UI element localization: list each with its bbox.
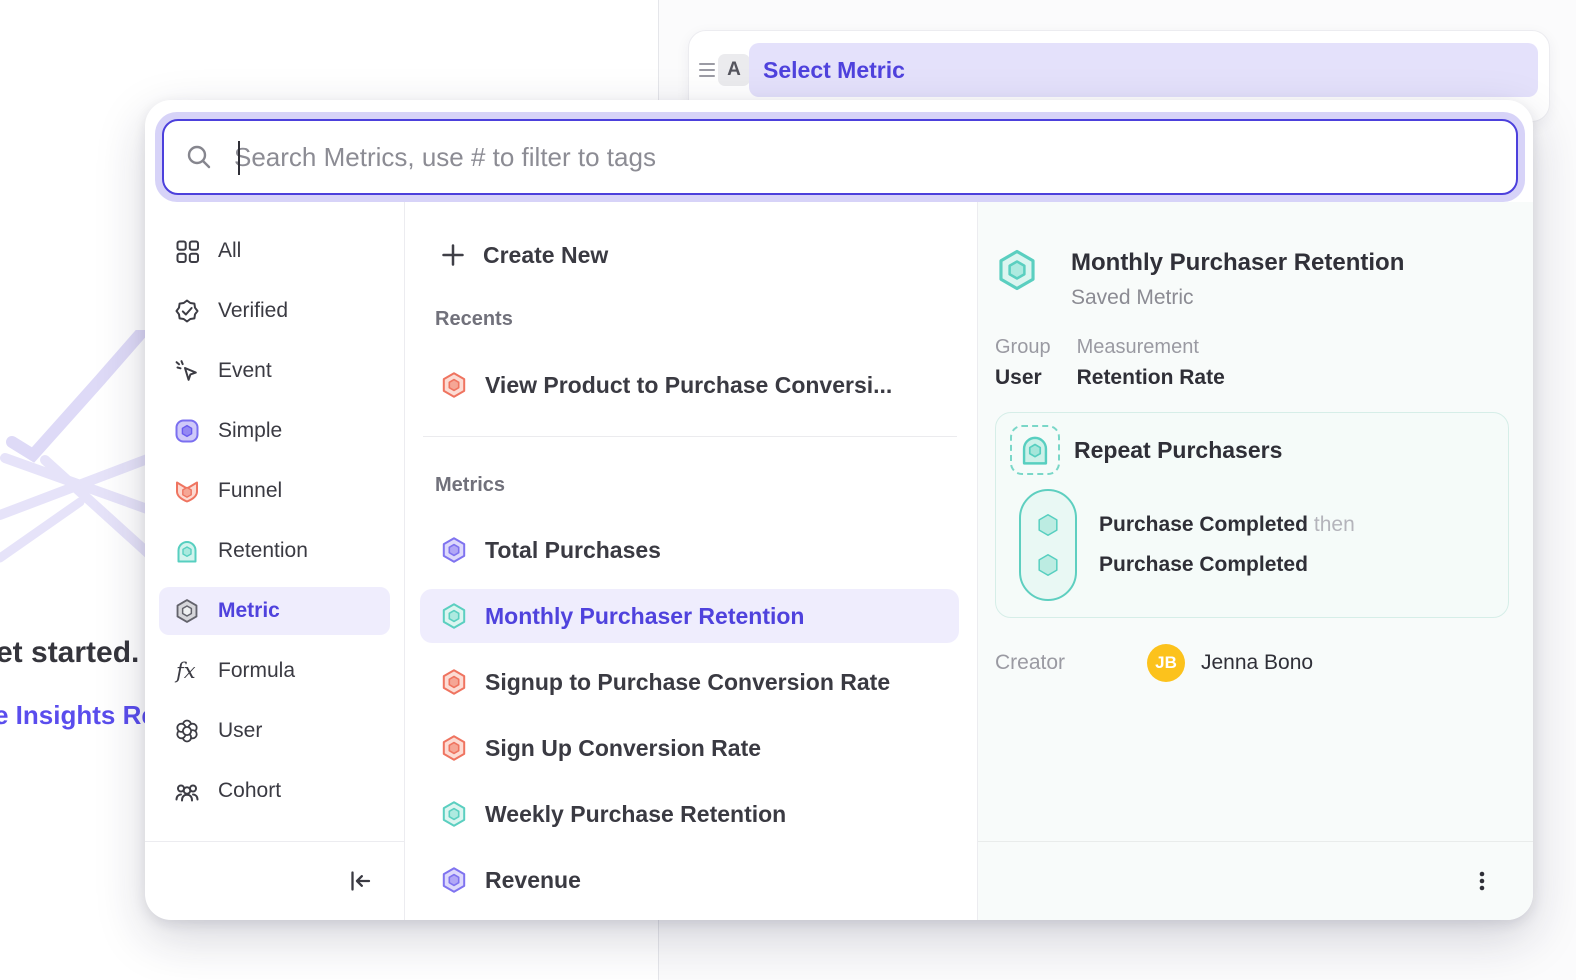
step-hexagon-icon (1035, 512, 1061, 538)
detail-footer (978, 841, 1533, 920)
funnel-metric-hexagon-icon (440, 371, 468, 399)
creator-label: Creator (995, 651, 1147, 675)
sidebar-item-funnel[interactable]: Funnel (159, 467, 390, 515)
grid-icon (174, 238, 200, 264)
simple-metric-hexagon-icon (440, 866, 468, 894)
plus-icon (440, 242, 466, 268)
metric-picker-modal: All Verified Event (145, 100, 1533, 920)
sidebar-footer (145, 841, 404, 920)
sidebar-item-verified[interactable]: Verified (159, 287, 390, 335)
sidebar-item-label: All (218, 239, 241, 263)
definition-title: Repeat Purchasers (1074, 437, 1282, 464)
retention-metric-hexagon-icon (995, 248, 1039, 292)
filter-sidebar: All Verified Event (145, 202, 405, 920)
definition-step: Purchase Completed (1099, 545, 1355, 585)
metric-detail-panel: Monthly Purchaser Retention Saved Metric… (978, 202, 1533, 920)
funnel-metric-hexagon-icon (440, 734, 468, 762)
search-icon (186, 144, 212, 170)
list-item-metric[interactable]: Sign Up Conversion Rate (420, 721, 959, 775)
group-field: Group User (995, 336, 1051, 390)
metric-definition-card: Repeat Purchasers Purchase Comp (995, 412, 1509, 618)
metrics-section-title: Metrics (420, 471, 959, 499)
metric-hexagon-icon (174, 598, 200, 624)
search-input[interactable] (234, 127, 1516, 187)
select-metric-label: Select Metric (763, 57, 905, 84)
sidebar-item-label: Funnel (218, 479, 282, 503)
definition-step: Purchase Completedthen (1099, 505, 1355, 545)
step-hexagon-icon (1035, 552, 1061, 578)
formula-icon: fx (174, 658, 200, 684)
retention-metric-hexagon-icon (440, 602, 468, 630)
create-new-button[interactable]: Create New (420, 228, 959, 282)
list-item-metric-selected[interactable]: Monthly Purchaser Retention (420, 589, 959, 643)
metric-letter-badge: A (718, 54, 750, 86)
drag-handle-icon[interactable] (699, 63, 715, 77)
search-field[interactable] (162, 119, 1518, 195)
metric-list: Create New Recents View Product to Purch… (405, 202, 978, 920)
sidebar-item-label: Event (218, 359, 272, 383)
text-caret (238, 141, 240, 175)
sidebar-item-label: User (218, 719, 262, 743)
kebab-menu-icon[interactable] (1469, 868, 1495, 894)
cursor-click-icon (174, 358, 200, 384)
background-link-text[interactable]: e Insights Re (0, 700, 156, 731)
creator-avatar: JB (1147, 644, 1185, 682)
sidebar-item-label: Formula (218, 659, 295, 683)
sidebar-item-all[interactable]: All (159, 227, 390, 275)
search-focus-ring (155, 112, 1525, 202)
list-item-label: Total Purchases (485, 537, 661, 564)
measurement-label: Measurement (1077, 336, 1225, 359)
sidebar-item-simple[interactable]: Simple (159, 407, 390, 455)
sidebar-item-event[interactable]: Event (159, 347, 390, 395)
simple-metric-hexagon-icon (440, 536, 468, 564)
user-cluster-icon (174, 718, 200, 744)
step-connector: then (1314, 513, 1355, 536)
sidebar-item-label: Cohort (218, 779, 281, 803)
recents-section-title: Recents (420, 305, 959, 333)
select-metric-button[interactable]: Select Metric (749, 43, 1538, 97)
simple-metric-icon (174, 418, 200, 444)
retention-icon (174, 538, 200, 564)
list-item-label: Monthly Purchaser Retention (485, 603, 804, 630)
list-item-label: Revenue (485, 867, 581, 894)
creator-row: Creator JB Jenna Bono (995, 644, 1509, 682)
measurement-field: Measurement Retention Rate (1077, 336, 1225, 390)
list-item-recent[interactable]: View Product to Purchase Conversi... (420, 358, 959, 412)
list-item-label: Sign Up Conversion Rate (485, 735, 761, 762)
metric-detail-title: Monthly Purchaser Retention (1071, 248, 1404, 278)
retention-metric-hexagon-icon (440, 800, 468, 828)
creator-name: Jenna Bono (1201, 651, 1313, 675)
sidebar-item-metric[interactable]: Metric (159, 587, 390, 635)
svg-text:fx: fx (174, 659, 196, 683)
sidebar-item-label: Retention (218, 539, 308, 563)
measurement-value: Retention Rate (1077, 366, 1225, 390)
funnel-icon (174, 478, 200, 504)
list-item-label: Weekly Purchase Retention (485, 801, 786, 828)
sidebar-item-label: Metric (218, 599, 280, 623)
funnel-steps-capsule (1019, 489, 1077, 601)
sidebar-item-retention[interactable]: Retention (159, 527, 390, 575)
list-item-metric[interactable]: Total Purchases (420, 523, 959, 577)
list-divider (423, 436, 957, 437)
collapse-left-icon[interactable] (346, 868, 374, 894)
retention-arch-icon (1010, 425, 1060, 475)
list-item-metric[interactable]: Weekly Purchase Retention (420, 787, 959, 841)
sidebar-item-user[interactable]: User (159, 707, 390, 755)
list-item-metric[interactable]: Revenue (420, 853, 959, 907)
verified-badge-icon (174, 298, 200, 324)
list-item-label: Signup to Purchase Conversion Rate (485, 669, 890, 696)
metric-detail-subtitle: Saved Metric (1071, 286, 1404, 310)
sidebar-item-cohort[interactable]: Cohort (159, 767, 390, 815)
create-new-label: Create New (483, 242, 608, 269)
sidebar-item-formula[interactable]: fx Formula (159, 647, 390, 695)
sidebar-item-label: Verified (218, 299, 288, 323)
list-item-metric[interactable]: Signup to Purchase Conversion Rate (420, 655, 959, 709)
sidebar-item-label: Simple (218, 419, 282, 443)
funnel-metric-hexagon-icon (440, 668, 468, 696)
group-value: User (995, 366, 1051, 390)
list-item-label: View Product to Purchase Conversi... (485, 372, 892, 399)
background-heading-text: et started. (0, 636, 139, 670)
group-label: Group (995, 336, 1051, 359)
cohort-icon (174, 778, 200, 804)
